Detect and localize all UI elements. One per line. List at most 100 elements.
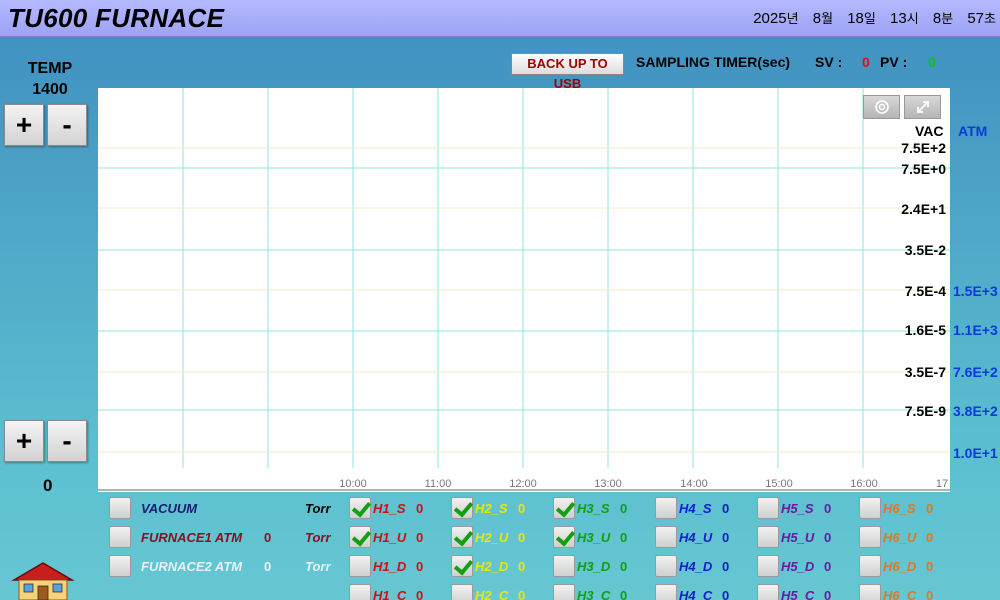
scale-plus-button[interactable]: +: [4, 420, 44, 462]
channel-label: H4_U: [679, 530, 713, 545]
x-tick-label: 15:00: [765, 478, 793, 490]
clock-month: 8: [812, 10, 822, 27]
legend-label: VACUUM: [141, 501, 198, 516]
channel-label: H3_D: [577, 559, 611, 574]
channel-value: 0: [926, 559, 934, 574]
channel-value: 0: [620, 501, 628, 516]
channel-value: 0: [926, 530, 934, 545]
channel-value: 0: [620, 588, 628, 600]
channel-checkbox[interactable]: [451, 497, 473, 519]
channel-checkbox[interactable]: [655, 526, 677, 548]
channel-checkbox[interactable]: [757, 584, 779, 600]
clock-minute-unit: 분: [941, 11, 954, 26]
gear-icon[interactable]: [863, 95, 900, 119]
channel-checkbox[interactable]: [655, 497, 677, 519]
clock-day: 18: [847, 10, 864, 27]
channel-checkbox[interactable]: [553, 584, 575, 600]
channel-label: H4_S: [679, 501, 712, 516]
channel-checkbox[interactable]: [451, 584, 473, 600]
channel-checkbox[interactable]: [451, 526, 473, 548]
vac-tick-label: 2.4E+1: [901, 201, 946, 217]
x-tick-label: 10:00: [339, 478, 367, 490]
expand-icon[interactable]: [904, 95, 941, 119]
vac-tick-label: 7.5E+0: [901, 161, 946, 177]
channel-label: H6_S: [883, 501, 916, 516]
channel-checkbox[interactable]: [451, 555, 473, 577]
scale-minus-button[interactable]: -: [47, 420, 87, 462]
x-tick-label: 17: [936, 478, 948, 490]
legend-unit: Torr: [305, 530, 331, 545]
atm-tick-label: 3.8E+2: [953, 403, 998, 419]
channel-label: H5_S: [781, 501, 814, 516]
channel-value: 0: [722, 501, 730, 516]
channel-checkbox[interactable]: [859, 497, 881, 519]
channel-value: 0: [824, 501, 832, 516]
channel-value: 0: [824, 588, 832, 600]
vac-tick-label: 3.5E-2: [904, 242, 946, 258]
channel-label: H3_C: [577, 588, 611, 600]
channel-label: H6_C: [883, 588, 917, 600]
channel-checkbox[interactable]: [757, 497, 779, 519]
channel-value: 0: [824, 530, 832, 545]
clock-hour: 13: [890, 10, 907, 27]
channel-value: 0: [518, 530, 526, 545]
clock-hour-unit: 시: [906, 11, 919, 26]
x-tick-label: 14:00: [680, 478, 708, 490]
temp-bottom-value: 0: [43, 476, 53, 495]
x-tick-label: 16:00: [850, 478, 878, 490]
home-icon[interactable]: [10, 560, 76, 600]
backup-usb-button[interactable]: BACK UP TO USB: [511, 53, 624, 91]
pv-value: 0: [928, 54, 936, 70]
pv-label: PV :: [880, 54, 908, 70]
x-tick-label: 12:00: [509, 478, 537, 490]
vac-tick-label: 7.5E-9: [904, 403, 946, 419]
atm-tick-label: 1.0E+1: [953, 445, 998, 461]
channel-checkbox[interactable]: [655, 584, 677, 600]
legend-checkbox[interactable]: [109, 555, 131, 577]
channel-label: H6_D: [883, 559, 917, 574]
channel-label: H5_C: [781, 588, 815, 600]
channel-checkbox[interactable]: [349, 584, 371, 600]
channel-label: H5_D: [781, 559, 815, 574]
vac-tick-label: 7.5E-4: [904, 283, 946, 299]
legend-unit: Torr: [305, 559, 331, 574]
x-tick-label: 11:00: [425, 478, 452, 490]
channel-checkbox[interactable]: [349, 526, 371, 548]
channel-label: H1_U: [373, 530, 407, 545]
channel-checkbox[interactable]: [553, 497, 575, 519]
channel-checkbox[interactable]: [859, 526, 881, 548]
channel-checkbox[interactable]: [349, 497, 371, 519]
clock-day-unit: 일: [863, 11, 876, 26]
channel-checkbox[interactable]: [859, 584, 881, 600]
channel-label: H4_D: [679, 559, 713, 574]
channel-label: H4_C: [679, 588, 713, 600]
channel-value: 0: [416, 530, 424, 545]
channel-checkbox[interactable]: [553, 526, 575, 548]
channel-checkbox[interactable]: [859, 555, 881, 577]
atm-axis-title: ATM: [958, 123, 988, 139]
trend-chart[interactable]: 10:00 11:00 12:00 13:00 14:00 15:00 16:00 17: [98, 88, 950, 492]
temp-plus-button[interactable]: +: [4, 104, 44, 146]
clock-second-unit: 초: [984, 11, 996, 26]
vac-tick-label: 7.5E+2: [901, 140, 946, 156]
channel-checkbox[interactable]: [655, 555, 677, 577]
channel-value: 0: [620, 559, 628, 574]
legend-label: FURNACE2 ATM: [141, 559, 243, 574]
channel-label: H2_U: [475, 530, 509, 545]
sampling-timer-label: SAMPLING TIMER(sec): [636, 54, 791, 70]
channel-value: 0: [722, 588, 730, 600]
legend-unit: Torr: [305, 501, 331, 516]
atm-tick-label: 7.6E+2: [953, 364, 998, 380]
channel-checkbox[interactable]: [757, 555, 779, 577]
channel-value: 0: [926, 588, 934, 600]
channel-checkbox[interactable]: [757, 526, 779, 548]
temp-minus-button[interactable]: -: [47, 104, 87, 146]
atm-tick-label: 1.5E+3: [953, 283, 998, 299]
channel-value: 0: [926, 501, 934, 516]
channel-checkbox[interactable]: [553, 555, 575, 577]
channel-value: 0: [620, 530, 628, 545]
channel-checkbox[interactable]: [349, 555, 371, 577]
legend-checkbox[interactable]: [109, 497, 131, 519]
channel-label: H2_S: [475, 501, 508, 516]
legend-checkbox[interactable]: [109, 526, 131, 548]
